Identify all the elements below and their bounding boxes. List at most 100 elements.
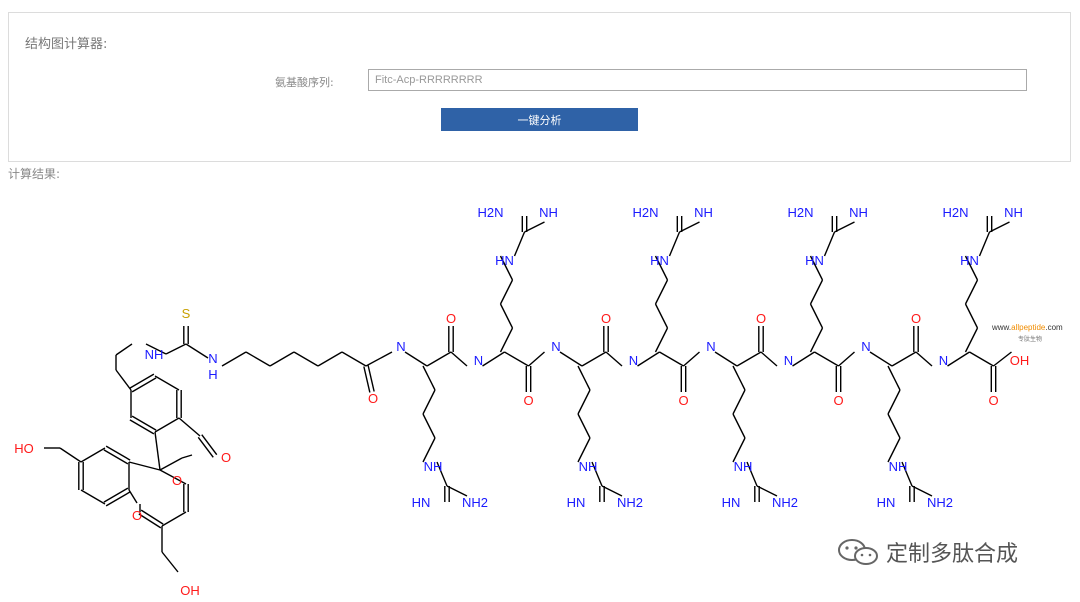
backbone-bond [891, 351, 917, 367]
fitc-bond [181, 454, 193, 459]
guanidine-nh2-label: NH2 [462, 495, 488, 510]
fitc-ring-bond [154, 375, 180, 391]
thiourea-s-label: S [182, 306, 191, 321]
guanidine-h2n-label: H2N [787, 205, 813, 220]
acp-bond [365, 351, 393, 367]
guanidine-hn-label: HN [567, 495, 586, 510]
carbonyl-o-label: O [988, 393, 998, 408]
carbonyl-o-label: O [601, 311, 611, 326]
carbonyl-o-label: O [833, 393, 843, 408]
arg-sidechain-bond [732, 389, 746, 415]
arg-sidechain-bond [887, 389, 901, 415]
amide-n-label: N [474, 353, 483, 368]
backbone-bond [559, 351, 583, 367]
fitc-bond [115, 369, 132, 391]
xanthene-bond [128, 461, 161, 471]
guanidine-imine-label: NH [1004, 205, 1023, 220]
arg-sidechain-bond [422, 389, 436, 415]
xanthene-bond [161, 551, 179, 573]
calculator-panel: 结构图计算器: 氨基酸序列: 一键分析 [8, 12, 1071, 162]
guanidine-hn-label: HN [960, 253, 979, 268]
backbone-bond [947, 351, 970, 367]
site-watermark: www.allpeptide.com [992, 323, 1063, 332]
acp-chain-bond [269, 351, 295, 367]
amide-n-label: N [396, 339, 405, 354]
peptide-bond [605, 351, 623, 367]
arg-sidechain-bond [964, 303, 979, 329]
guanidine-imine-label: NH [694, 205, 713, 220]
analyze-button[interactable]: 一键分析 [441, 108, 638, 131]
backbone-bond [714, 351, 738, 367]
guanidine-h2n-label: H2N [632, 205, 658, 220]
watermark-suffix: .com [1045, 323, 1063, 332]
lactone-o-label: O [172, 473, 182, 488]
sequence-input[interactable] [368, 69, 1027, 91]
arg-sidechain-bond [887, 365, 901, 391]
backbone-bond [482, 351, 505, 367]
arg-sidechain-bond [654, 303, 669, 329]
calculator-title: 结构图计算器: [25, 37, 108, 52]
acp-chain-bond [293, 351, 319, 367]
fitc-bond [185, 343, 209, 359]
arg-sidechain-bond [964, 327, 979, 353]
guanidine-h2n-label: H2N [942, 205, 968, 220]
backbone-bond [426, 351, 452, 367]
backbone-bond [736, 351, 762, 367]
guanidine-bond [978, 231, 991, 257]
amide-n-label: N [939, 353, 948, 368]
guanidine-bond [834, 221, 855, 233]
carbonyl-o-label: O [678, 393, 688, 408]
fitc-oh-label: OH [180, 583, 200, 598]
backbone-bond [637, 351, 660, 367]
guanidine-hn-label: HN [877, 495, 896, 510]
guanidine-bond [668, 231, 681, 257]
arg-sidechain-bond [809, 327, 824, 353]
peptide-bond [683, 351, 700, 367]
guanidine-bond [989, 221, 1010, 233]
arg-sidechain-bond [887, 413, 901, 439]
arg-sidechain-bond [732, 413, 746, 439]
carbonyl-o-label: O [523, 393, 533, 408]
fitc-bond [115, 343, 133, 356]
acp-carbonyl-o-label: O [368, 391, 378, 406]
wechat-account-name: 定制多肽合成 [886, 542, 1019, 567]
arg-sidechain-bond [809, 303, 824, 329]
acp-chain-bond [341, 351, 367, 367]
xanthene-bond [128, 489, 138, 504]
site-watermark-sub: 专肽生物 [1018, 336, 1043, 343]
arg-sidechain-bond [964, 279, 979, 305]
arg-sidechain-bond [577, 389, 591, 415]
amide-n-label: N [784, 353, 793, 368]
fitc-ho-label: HO [14, 441, 34, 456]
thiourea-n-label: N [208, 351, 217, 366]
peptide-bond [915, 351, 933, 367]
amide-n-label: N [706, 339, 715, 354]
guanidine-hn-label: HN [495, 253, 514, 268]
thiourea-h-label: H [208, 367, 217, 382]
watermark-prefix: www. [992, 323, 1012, 332]
terminal-oh-label: OH [1010, 353, 1030, 368]
guanidine-h2n-label: H2N [477, 205, 503, 220]
guanidine-hn-label: HN [412, 495, 431, 510]
carbonyl-o-label: O [756, 311, 766, 326]
xanthene-ring-bond [161, 511, 187, 527]
arg-sidechain-bond [499, 303, 514, 329]
xanthene-o-label: O [132, 508, 142, 523]
guanidine-imine-label: NH [539, 205, 558, 220]
backbone-bond [969, 351, 994, 367]
backbone-bond [792, 351, 815, 367]
guanidine-hn-label: HN [722, 495, 741, 510]
guanidine-bond [524, 221, 545, 233]
arg-sidechain-bond [809, 279, 824, 305]
peptide-bond [760, 351, 778, 367]
guanidine-hn-label: HN [650, 253, 669, 268]
peptide-bond [838, 351, 855, 367]
arg-sidechain-bond [577, 365, 591, 391]
arg-sidechain-bond [577, 413, 591, 439]
sequence-label: 氨基酸序列: [275, 76, 334, 89]
arg-sidechain-bond [654, 279, 669, 305]
fitc-bond [178, 417, 201, 437]
xanthene-bond [59, 447, 82, 463]
backbone-bond [659, 351, 684, 367]
guanidine-imine-label: NH [849, 205, 868, 220]
